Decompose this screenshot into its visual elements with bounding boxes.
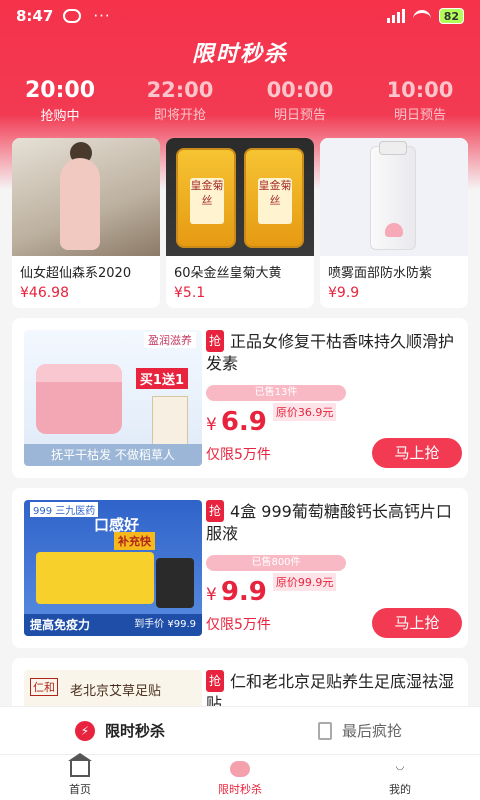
time-tab-status: 明日预告 [393,108,446,123]
time-tab-time: 20:00 [24,78,96,103]
product-price: ¥46.98 [20,285,69,301]
nav-profile[interactable]: ◡ 我的 [320,755,480,800]
product-price: ¥9.9 [328,285,360,301]
product-card[interactable]: 999 三九医药 口感好 补充快 提高免疫力 到手价 ¥99.9 抢 4盒 999葡… [12,488,468,648]
sale-price: 9.9 [220,577,267,607]
product-image: 盈润滋养 买1送1 抚平干枯发 不做稻草人 [24,330,202,466]
original-price: 原价36.9元 [272,403,337,421]
product-title-text: 4盒 999葡萄糖酸钙长高钙片口服液 [206,502,452,543]
wechat-icon [63,9,82,23]
tab-flash-sale[interactable]: ⚡ 限时秒杀 [0,707,240,754]
tab-label: 限时秒杀 [104,722,165,740]
buy-now-button[interactable]: 马上抢 [372,608,462,638]
product-title: 抢正品女修复干枯香味持久顺滑护发素 [206,330,462,375]
buy-now-button[interactable]: 马上抢 [372,438,462,468]
time-tab-status: 明日预告 [273,108,326,123]
product-name: 60朵金丝皇菊大黄 [174,266,282,281]
product-image: 皇金菊丝 皇金菊丝 [166,138,314,256]
product-image: 999 三九医药 口感好 补充快 提高免疫力 到手价 ¥99.9 [24,500,202,636]
time-tab-time: 22:00 [146,78,214,102]
product-name: 喷雾面部防水防紫 [328,266,433,281]
product-image [320,138,468,256]
flash-sale-icon [230,761,250,777]
profile-icon: ◡ [395,761,405,772]
original-price: 原价99.9元 [272,573,337,591]
image-banner: 提高免疫力 到手价 ¥99.9 [24,614,202,636]
lightning-icon: ⚡ [74,720,95,741]
time-tab-status: 即将开抢 [153,108,206,123]
jar-label: 皇金菊丝 [190,178,224,224]
product-image [12,138,160,256]
image-banner: 抚平干枯发 不做稻草人 [24,444,202,466]
featured-item[interactable]: 喷雾面部防水防紫 ¥9.9 [320,138,468,308]
nav-label: 限时秒杀 [218,783,262,796]
product-title-text: 正品女修复干枯香味持久顺滑护发素 [206,332,455,373]
sold-count-bar: 已售13件 [206,385,346,401]
currency-symbol: ¥ [206,415,217,435]
flash-tag: 抢 [206,670,225,692]
sale-price: 6.9 [220,407,267,437]
product-name: 仙女超仙森系2020 [20,266,132,281]
product-price: ¥5.1 [174,285,206,301]
time-tab-1000[interactable]: 10:00 明日预告 [360,78,480,124]
status-time: 8:47 [16,7,54,25]
stock-limit: 仅限5万件 [206,447,271,463]
image-subslogan: 补充快 [114,532,155,550]
sold-count-bar: 已售800件 [206,555,346,571]
featured-item[interactable]: 仙女超仙森系2020 ¥46.98 [12,138,160,308]
battery-icon: 82 [438,8,464,24]
image-logo: 仁和 [30,678,58,696]
tab-label: 最后疯抢 [341,722,402,740]
image-price: 到手价 ¥99.9 [134,619,196,630]
time-tab-time: 10:00 [386,78,454,102]
time-tab-status: 抢购中 [40,109,80,124]
wifi-icon [412,10,431,22]
product-title: 抢 4盒 999葡萄糖酸钙长高钙片口服液 [206,500,462,545]
more-notifications-icon: ··· [93,7,111,25]
image-promo: 买1送1 [135,368,188,389]
nav-flash-sale[interactable]: 限时秒杀 [160,755,320,800]
bottom-navigation: 首页 限时秒杀 ◡ 我的 [0,753,480,800]
flash-tag: 抢 [206,330,225,352]
stock-limit: 仅限5万件 [206,617,271,633]
image-banner-text: 提高免疫力 [30,618,91,632]
time-tab-2000[interactable]: 20:00 抢购中 [0,78,120,124]
time-tab-2200[interactable]: 22:00 即将开抢 [120,78,240,124]
nav-home[interactable]: 首页 [0,753,160,800]
tab-last-rush[interactable]: 最后疯抢 [240,707,480,754]
jar-label: 皇金菊丝 [258,178,292,224]
currency-symbol: ¥ [206,585,217,605]
time-tab-0000[interactable]: 00:00 明日预告 [240,78,360,124]
nav-label: 我的 [389,783,411,796]
nav-label: 首页 [69,783,91,796]
featured-item[interactable]: 皇金菊丝 皇金菊丝 60朵金丝皇菊大黄 ¥5.1 [166,138,314,308]
time-tab-time: 00:00 [266,78,334,102]
hourglass-icon [317,721,332,740]
home-icon [68,753,92,777]
featured-products-card: 仙女超仙森系2020 ¥46.98 皇金菊丝 皇金菊丝 60朵金丝皇菊大黄 ¥5… [12,138,468,310]
product-card[interactable]: 盈润滋养 买1送1 抚平干枯发 不做稻草人 抢正品女修复干枯香味持久顺滑护发素 … [12,318,468,478]
time-slot-tabs: 20:00 抢购中 22:00 即将开抢 00:00 明日预告 10:00 明日… [0,78,480,124]
image-brand: 999 三九医药 [30,502,99,517]
image-caption: 盈润滋养 [144,332,196,348]
image-text: 老北京艾草足贴 [70,684,162,699]
signal-icon [386,9,405,23]
page-title: 限时秒杀 [191,42,288,67]
section-tabs: ⚡ 限时秒杀 最后疯抢 [0,706,480,754]
status-bar: 8:47 ··· 82 [0,0,480,32]
flash-tag: 抢 [206,500,225,522]
